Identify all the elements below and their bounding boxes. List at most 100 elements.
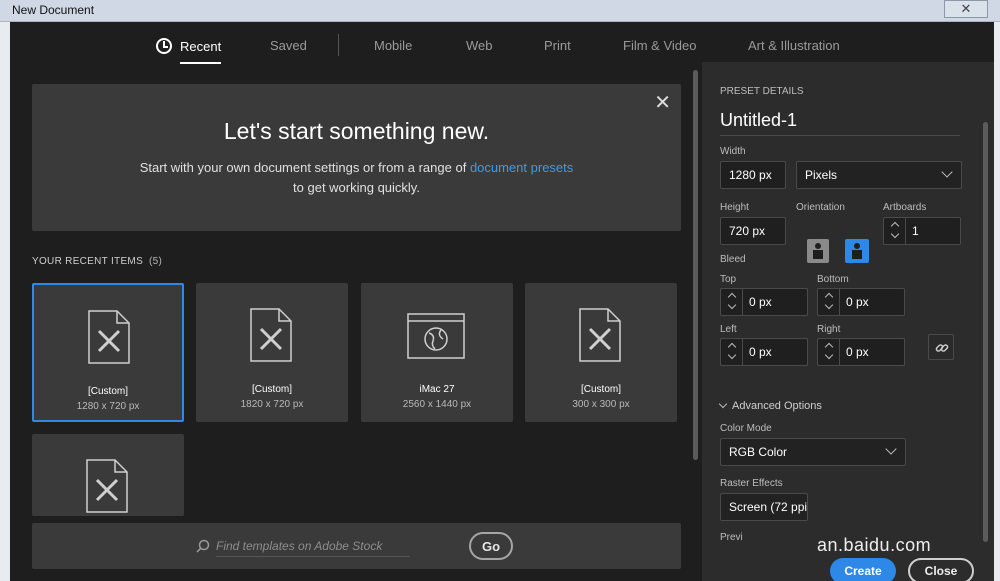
- document-icon: [250, 308, 292, 362]
- recent-item-card[interactable]: [Custom] 1280 x 720 px: [32, 283, 184, 422]
- portrait-icon: [815, 243, 821, 249]
- banner-subtitle: Start with your own document settings or…: [32, 158, 681, 198]
- bleed-right-label: Right: [817, 324, 841, 335]
- clock-icon: [156, 38, 172, 54]
- search-icon: [196, 539, 210, 553]
- bleed-left-stepper[interactable]: 0 px: [720, 338, 808, 366]
- bleed-left-value: 0 px: [749, 345, 772, 359]
- recent-item-card[interactable]: [Custom] 1820 x 720 px: [196, 283, 348, 422]
- preset-details-heading: PRESET DETAILS: [720, 86, 804, 97]
- window-titlebar: New Document ✕: [0, 0, 1000, 22]
- recent-item-name: [Custom]: [251, 384, 292, 395]
- chevron-down-icon: [885, 443, 897, 455]
- bleed-label: Bleed: [720, 254, 746, 265]
- go-button[interactable]: Go: [469, 532, 513, 560]
- recent-item-name: [Custom]: [580, 384, 621, 395]
- recent-items-heading: YOUR RECENT ITEMS (5): [32, 256, 162, 267]
- bleed-bottom-value: 0 px: [846, 295, 869, 309]
- raster-effects-value: Screen (72 ppi: [729, 500, 808, 514]
- recent-item-size: 1820 x 720 px: [240, 399, 304, 410]
- width-field[interactable]: 1280 px: [720, 161, 786, 189]
- height-field[interactable]: 720 px: [720, 217, 786, 245]
- artboards-label: Artboards: [883, 202, 927, 213]
- raster-effects-label: Raster Effects: [720, 478, 783, 489]
- recent-item-name: iMac 27: [419, 384, 455, 395]
- recent-item-name: [Custom]: [87, 386, 128, 397]
- landscape-orientation-button[interactable]: [845, 239, 869, 263]
- stock-search-input[interactable]: [216, 535, 410, 557]
- stepper-arrows-icon[interactable]: [818, 289, 840, 315]
- banner-close-icon[interactable]: ✕: [654, 90, 671, 115]
- document-icon: [86, 459, 128, 513]
- tab-recent[interactable]: Recent: [156, 38, 222, 64]
- recent-item-card[interactable]: iMac 27 2560 x 1440 px: [361, 283, 513, 422]
- tab-mobile[interactable]: Mobile: [374, 38, 412, 53]
- recent-item-card[interactable]: [32, 434, 184, 516]
- stock-search-bar: Go: [32, 523, 681, 569]
- unit-select[interactable]: Pixels: [796, 161, 962, 189]
- recent-items-label: YOUR RECENT ITEMS: [32, 256, 144, 267]
- stepper-arrows-icon[interactable]: [818, 339, 840, 365]
- raster-effects-select[interactable]: Screen (72 ppi: [720, 493, 808, 521]
- window-close-button[interactable]: ✕: [944, 0, 988, 18]
- artboards-value: 1: [912, 224, 919, 238]
- banner-text-2: to get working quickly.: [293, 180, 420, 195]
- portrait-orientation-button[interactable]: [807, 239, 829, 263]
- recent-items-count: (5): [149, 256, 163, 267]
- tab-recent-label: Recent: [180, 39, 222, 54]
- banner-title: Let's start something new.: [223, 118, 490, 144]
- banner-text-1: Start with your own document settings or…: [139, 160, 467, 175]
- welcome-banner: ✕ Let's start something new. Start with …: [32, 84, 681, 231]
- recent-item-size: 300 x 300 px: [572, 399, 630, 410]
- bleed-bottom-stepper[interactable]: 0 px: [817, 288, 905, 316]
- recent-scrollbar[interactable]: [693, 70, 698, 460]
- tab-film-video[interactable]: Film & Video: [623, 38, 696, 53]
- document-icon: [88, 310, 130, 364]
- stepper-arrows-icon[interactable]: [884, 218, 906, 244]
- tab-print[interactable]: Print: [544, 38, 571, 53]
- recent-panel: ✕ Let's start something new. Start with …: [10, 70, 700, 581]
- tab-divider: [338, 34, 339, 56]
- bleed-top-value: 0 px: [749, 295, 772, 309]
- bleed-right-stepper[interactable]: 0 px: [817, 338, 905, 366]
- watermark-text: an.baidu.com: [817, 535, 932, 555]
- window-title: New Document: [12, 3, 95, 17]
- document-name-underline: [720, 135, 960, 136]
- tab-art-illustration[interactable]: Art & Illustration: [748, 38, 840, 53]
- recent-item-size: 1280 x 720 px: [76, 401, 140, 412]
- recent-item-size: 2560 x 1440 px: [402, 399, 472, 410]
- orientation-label: Orientation: [796, 202, 845, 213]
- recent-item-card[interactable]: [Custom] 300 x 300 px: [525, 283, 677, 422]
- artboards-stepper[interactable]: 1: [883, 217, 961, 245]
- tab-web[interactable]: Web: [466, 38, 493, 53]
- window-frame-right: [994, 22, 1000, 581]
- preset-scrollbar[interactable]: [983, 122, 988, 542]
- bleed-left-label: Left: [720, 324, 737, 335]
- advanced-options-toggle[interactable]: Advanced Options: [718, 399, 822, 412]
- document-presets-link[interactable]: document presets: [470, 160, 573, 175]
- chevron-down-icon: [718, 399, 728, 409]
- stepper-arrows-icon[interactable]: [721, 289, 743, 315]
- bleed-bottom-label: Bottom: [817, 274, 849, 285]
- document-name[interactable]: Untitled-1: [720, 110, 797, 131]
- stepper-arrows-icon[interactable]: [721, 339, 743, 365]
- create-button[interactable]: Create: [830, 558, 896, 581]
- window-frame-left: [0, 22, 10, 581]
- new-document-dialog: Recent Saved Mobile Web Print Film & Vid…: [10, 22, 994, 581]
- preview-mode-label: Previ: [720, 532, 743, 543]
- close-button[interactable]: Close: [908, 558, 974, 581]
- tab-saved[interactable]: Saved: [270, 38, 307, 53]
- advanced-options-label: Advanced Options: [732, 400, 822, 412]
- color-mode-value: RGB Color: [729, 445, 788, 459]
- color-mode-select[interactable]: RGB Color: [720, 438, 906, 466]
- document-icon: [579, 308, 621, 362]
- link-bleed-button[interactable]: [928, 334, 954, 360]
- unit-select-value: Pixels: [805, 168, 838, 182]
- preset-details-panel: PRESET DETAILS Untitled-1 Width 1280 px …: [702, 62, 994, 581]
- bleed-top-stepper[interactable]: 0 px: [720, 288, 808, 316]
- link-icon: [935, 344, 949, 352]
- width-label: Width: [720, 146, 746, 157]
- landscape-icon: [854, 243, 860, 249]
- height-label: Height: [720, 202, 749, 213]
- bleed-top-label: Top: [720, 274, 737, 285]
